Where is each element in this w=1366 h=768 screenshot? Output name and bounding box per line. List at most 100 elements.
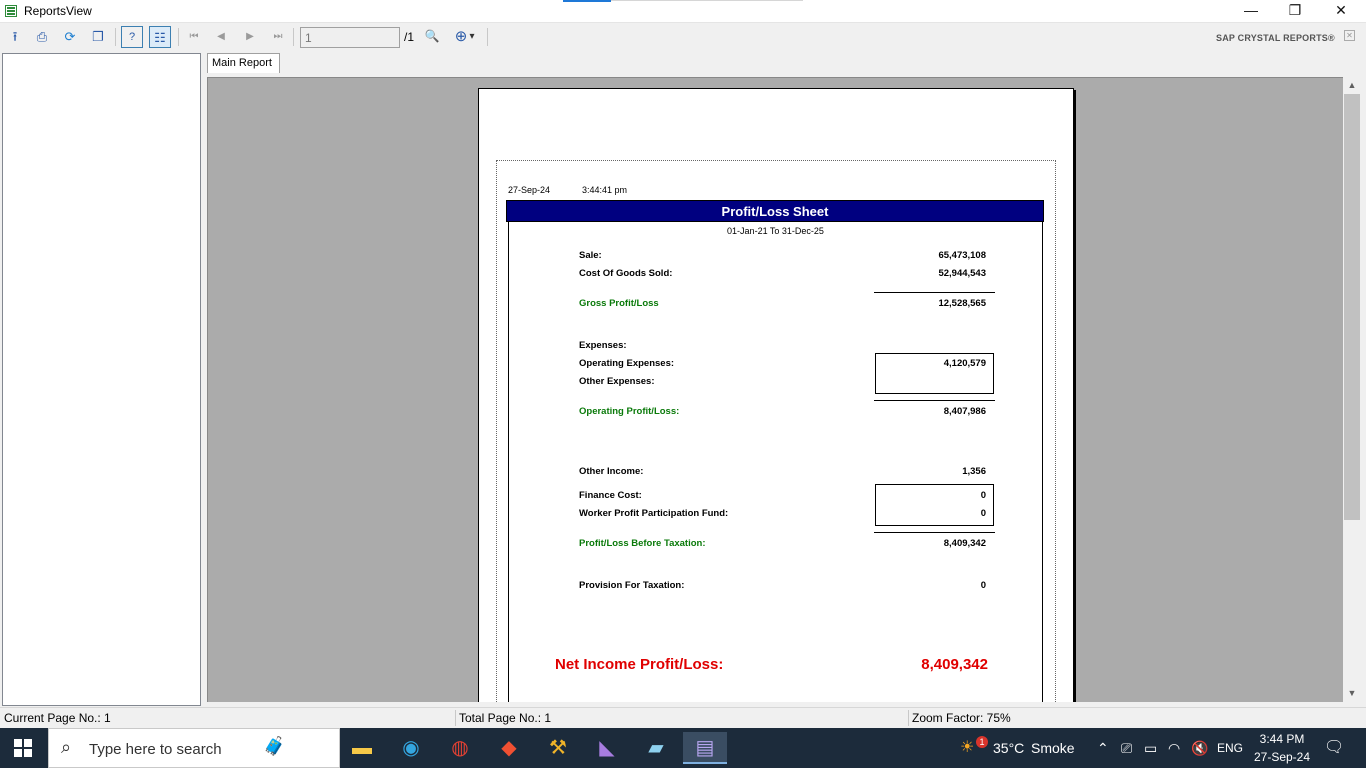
notifications-icon[interactable]: 🗨 xyxy=(1324,737,1344,757)
gross-profit-value: 12,528,565 xyxy=(938,298,986,309)
tray-chevron-icon[interactable]: ⌃ xyxy=(1097,740,1109,757)
file-explorer-icon[interactable]: ▬ xyxy=(346,732,378,764)
status-separator xyxy=(908,710,909,726)
status-bar: Current Page No.: 1 Total Page No.: 1 Zo… xyxy=(0,707,1366,727)
print-icon[interactable]: ⎙ xyxy=(31,26,53,48)
search-highlight-icon: 🧳 xyxy=(263,736,286,756)
report-period: 01-Jan-21 To 31-Dec-25 xyxy=(727,226,824,236)
report-viewer[interactable]: 27-Sep-24 3:44:41 pm Profit/Loss Sheet 0… xyxy=(207,77,1343,702)
git-icon[interactable]: ◆ xyxy=(493,732,525,764)
finance-box xyxy=(875,484,994,526)
operating-expenses-value: 4,120,579 xyxy=(943,358,986,369)
visual-studio-icon[interactable]: ◣ xyxy=(591,732,623,764)
tab-main-report[interactable]: Main Report xyxy=(207,53,280,73)
report-title: Profit/Loss Sheet xyxy=(506,200,1044,222)
net-income-label: Net Income Profit/Loss: xyxy=(555,656,724,673)
report-body: 01-Jan-21 To 31-Dec-25 Sale: 65,473,108 … xyxy=(508,222,1043,702)
wppf-label: Worker Profit Participation Fund: xyxy=(579,508,729,519)
taxation-value: 0 xyxy=(980,580,986,591)
clock-date: 27-Sep-24 xyxy=(1253,750,1311,764)
vertical-scrollbar[interactable]: ▲ ▼ xyxy=(1343,77,1361,702)
operating-profit-value: 8,407,986 xyxy=(943,406,986,417)
search-icon: ⌕ xyxy=(61,737,72,757)
weather-temp[interactable]: 35°C xyxy=(993,740,1024,756)
previous-page-icon[interactable]: ◀ xyxy=(210,26,232,48)
focus-indicator-track xyxy=(611,0,803,1)
title-bar: ReportsView — ❐ ✕ xyxy=(0,0,1366,23)
group-tree-panel[interactable] xyxy=(2,53,201,706)
meet-now-icon[interactable]: ⎚ xyxy=(1121,740,1132,757)
total-page-status: Total Page No.: 1 xyxy=(459,711,552,725)
chrome-icon[interactable]: ◍ xyxy=(444,732,476,764)
windows-taskbar: ⌕ Type here to search 🧳 ▬ ◉ ◍ ◆ ⚒ ◣ ▰ ▤ … xyxy=(0,728,1366,768)
search-placeholder: Type here to search xyxy=(89,741,222,758)
find-icon[interactable]: 🔍 xyxy=(421,26,443,48)
language-indicator[interactable]: ENG xyxy=(1217,741,1243,755)
status-separator xyxy=(455,710,456,726)
zoom-factor-status: Zoom Factor: 75% xyxy=(912,711,1011,725)
battery-icon[interactable]: ▭ xyxy=(1144,740,1157,757)
zoom-dropdown-icon[interactable]: ▾ xyxy=(466,26,478,48)
scrollbar-thumb[interactable] xyxy=(1344,94,1360,520)
scroll-down-icon[interactable]: ▼ xyxy=(1343,685,1361,702)
sale-value: 65,473,108 xyxy=(938,250,986,261)
close-button[interactable]: ✕ xyxy=(1318,0,1364,22)
expenses-label: Expenses: xyxy=(579,340,627,351)
export-icon[interactable]: ⭱ xyxy=(4,26,26,48)
next-page-icon[interactable]: ▶ xyxy=(239,26,261,48)
finance-cost-label: Finance Cost: xyxy=(579,490,642,501)
divider-line xyxy=(874,532,995,533)
minimize-button[interactable]: — xyxy=(1228,0,1274,22)
page-number-input[interactable] xyxy=(300,27,400,48)
weather-badge: 1 xyxy=(976,736,988,748)
cogs-value: 52,944,543 xyxy=(938,268,986,279)
finance-cost-value: 0 xyxy=(980,490,986,501)
tools-icon[interactable]: ⚒ xyxy=(542,732,574,764)
divider-line xyxy=(874,400,995,401)
pbt-label: Profit/Loss Before Taxation: xyxy=(579,538,706,549)
maximize-button[interactable]: ❐ xyxy=(1272,0,1318,22)
app-icon-generic[interactable]: ▰ xyxy=(640,732,672,764)
page-total: /1 xyxy=(404,30,415,44)
group-tree-icon[interactable]: ☷ xyxy=(149,26,171,48)
print-time: 3:44:41 pm xyxy=(582,185,628,195)
other-income-label: Other Income: xyxy=(579,466,644,477)
operating-profit-label: Operating Profit/Loss: xyxy=(579,406,680,417)
other-expenses-label: Other Expenses: xyxy=(579,376,655,387)
weather-icon[interactable]: ☀ xyxy=(960,737,974,757)
toolbar-separator xyxy=(115,28,116,46)
windows-start-icon[interactable] xyxy=(14,739,32,757)
sale-label: Sale: xyxy=(579,250,602,261)
wifi-icon[interactable]: ◠ xyxy=(1168,740,1180,757)
edge-icon[interactable]: ◉ xyxy=(395,732,427,764)
weather-desc[interactable]: Smoke xyxy=(1031,740,1075,756)
toolbar-separator xyxy=(178,28,179,46)
reportsview-taskbar-icon[interactable]: ▤ xyxy=(683,732,727,764)
copy-icon[interactable]: ❐ xyxy=(87,26,109,48)
divider-line xyxy=(874,292,995,293)
clock-time: 3:44 PM xyxy=(1259,732,1305,746)
volume-muted-icon[interactable]: 🔇 xyxy=(1191,740,1208,757)
focus-indicator xyxy=(563,0,611,2)
report-page: 27-Sep-24 3:44:41 pm Profit/Loss Sheet 0… xyxy=(478,88,1074,702)
window-title: ReportsView xyxy=(24,4,92,18)
first-page-icon[interactable]: ⏮ xyxy=(183,26,205,48)
taskbar-clock[interactable]: 3:44 PM 27-Sep-24 xyxy=(1251,730,1313,766)
scroll-up-icon[interactable]: ▲ xyxy=(1343,77,1361,94)
operating-expenses-label: Operating Expenses: xyxy=(579,358,675,369)
print-date: 27-Sep-24 xyxy=(508,185,551,195)
wppf-value: 0 xyxy=(980,508,986,519)
refresh-icon[interactable]: ⟳ xyxy=(59,26,81,48)
other-income-value: 1,356 xyxy=(962,466,986,477)
taskbar-search-box[interactable]: ⌕ Type here to search 🧳 xyxy=(48,728,340,768)
current-page-status: Current Page No.: 1 xyxy=(4,711,111,725)
last-page-icon[interactable]: ⏭ xyxy=(267,26,289,48)
toolbar-separator xyxy=(293,28,294,46)
sap-crystal-reports-logo: SAP CRYSTAL REPORTS® xyxy=(1216,33,1335,43)
app-icon xyxy=(5,5,17,17)
pbt-value: 8,409,342 xyxy=(943,538,986,549)
report-toolbar: ⭱ ⎙ ⟳ ❐ ? ☷ ⏮ ◀ ▶ ⏭ /1 🔍 ⊕ ▾ SAP CRYSTAL… xyxy=(0,23,1366,52)
cogs-label: Cost Of Goods Sold: xyxy=(579,268,673,279)
close-tab-icon[interactable]: ✕ xyxy=(1344,30,1355,41)
help-icon[interactable]: ? xyxy=(121,26,143,48)
